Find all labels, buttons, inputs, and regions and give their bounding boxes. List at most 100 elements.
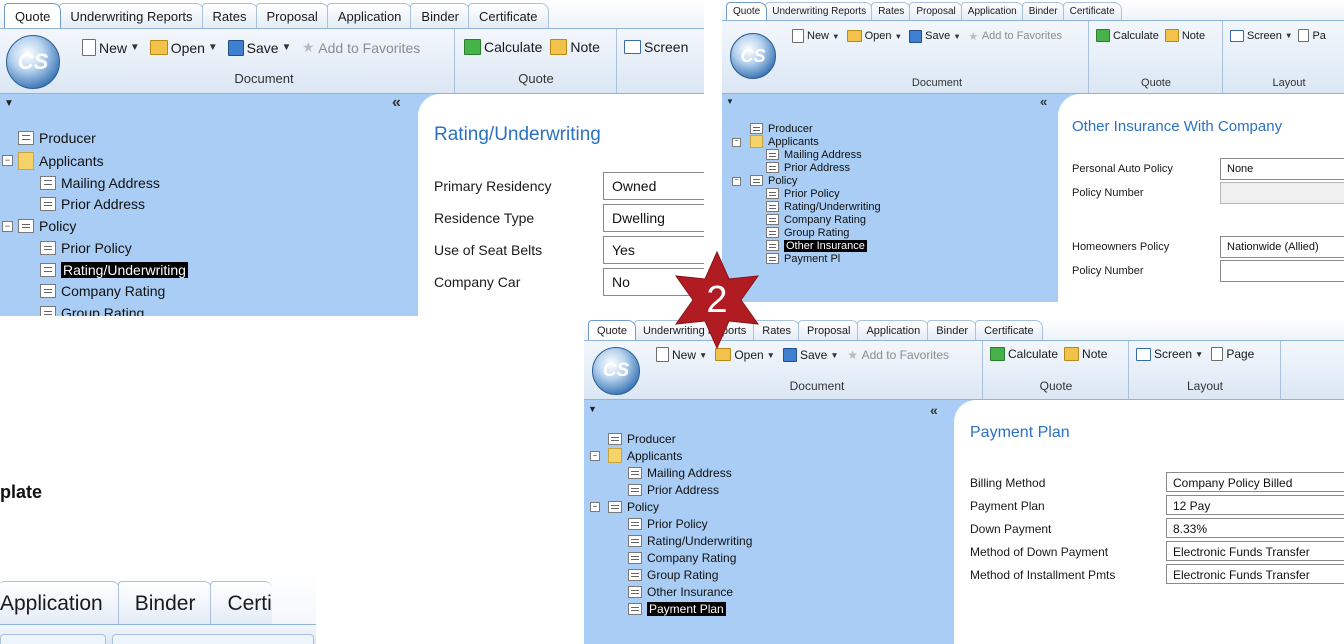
tab-quote[interactable]: Quote xyxy=(726,2,768,20)
open-button[interactable]: Open ▼ xyxy=(149,40,218,56)
field-value[interactable]: Electronic Funds Transfer xyxy=(1166,541,1344,561)
tree-item-payment-plan[interactable]: Payment Pl xyxy=(722,252,1058,265)
new-button[interactable]: New ▼ xyxy=(82,39,140,56)
tree-item-producer[interactable]: Producer xyxy=(722,122,1058,135)
field-value[interactable]: None xyxy=(1220,158,1344,180)
page-button[interactable]: Pa xyxy=(1298,29,1326,42)
tab-rates[interactable]: Rates xyxy=(201,3,258,28)
menu-dropdown-icon[interactable]: ▼ xyxy=(588,404,597,414)
tab-underwriting-reports[interactable]: Underwriting Reports xyxy=(765,2,874,20)
tab-certificate[interactable]: Certificate xyxy=(468,3,549,28)
tab-underwriting-reports[interactable]: Underwriting Reports xyxy=(59,3,204,28)
tree-item-prior-address[interactable]: Prior Address xyxy=(0,193,418,215)
calculate-button[interactable]: Calculate xyxy=(1096,29,1159,42)
tab-rates[interactable]: Rates xyxy=(871,2,912,20)
tree-item-prior-policy[interactable]: Prior Policy xyxy=(0,237,418,259)
new-button[interactable]: New ▼ xyxy=(792,29,840,43)
menu-dropdown-icon[interactable]: ▼ xyxy=(726,97,734,106)
tab-proposal[interactable]: Proposal xyxy=(909,2,963,20)
app-logo-icon[interactable]: CS xyxy=(592,347,640,395)
calculate-button[interactable]: Calculate xyxy=(990,347,1058,361)
tree-item-prior-address[interactable]: Prior Address xyxy=(722,161,1058,174)
save-button[interactable]: Save ▼ xyxy=(909,29,961,43)
collapse-node-icon[interactable]: − xyxy=(2,155,13,166)
collapse-node-icon[interactable]: − xyxy=(590,451,600,461)
note-button[interactable]: Note xyxy=(550,39,600,55)
note-button[interactable]: Note xyxy=(1064,347,1107,361)
tree-item-group-rating[interactable]: Group Rating xyxy=(584,566,954,583)
tree-item-mailing-address[interactable]: Mailing Address xyxy=(584,464,954,481)
tree-item-company-rating[interactable]: Company Rating xyxy=(584,549,954,566)
add-to-favorites-button[interactable]: ★ Add to Favorites xyxy=(301,39,420,56)
tree-item-rating-underwriting[interactable]: Rating/Underwriting xyxy=(722,200,1058,213)
tree-item-policy[interactable]: − Policy xyxy=(0,215,418,237)
tree-item-group-rating[interactable]: Group Rating xyxy=(0,302,418,316)
app-logo-icon[interactable]: CS xyxy=(6,35,60,89)
tree-item-prior-policy[interactable]: Prior Policy xyxy=(722,187,1058,200)
tab-quote[interactable]: Quote xyxy=(588,320,636,340)
tree-item-policy[interactable]: − Policy xyxy=(722,174,1058,187)
page-button[interactable]: Page xyxy=(1211,347,1254,361)
field-value[interactable]: Dwelling xyxy=(603,204,704,232)
tree-item-prior-policy[interactable]: Prior Policy xyxy=(584,515,954,532)
menu-dropdown-icon[interactable]: ▼ xyxy=(4,98,14,109)
collapse-node-icon[interactable]: − xyxy=(732,138,741,147)
tree-item-rating-underwriting[interactable]: Rating/Underwriting xyxy=(584,532,954,549)
field-value[interactable]: 12 Pay xyxy=(1166,495,1344,515)
tab-binder[interactable]: Binder xyxy=(117,581,213,624)
field-value[interactable]: Electronic Funds Transfer xyxy=(1166,564,1344,584)
add-to-favorites-button[interactable]: ★ Add to Favorites xyxy=(847,348,949,362)
tab-application[interactable]: Application xyxy=(857,320,930,340)
app-logo-icon[interactable]: CS xyxy=(730,33,776,79)
tab-binder[interactable]: Binder xyxy=(927,320,978,340)
add-to-favorites-button[interactable]: ★ Add to Favorites xyxy=(968,30,1062,43)
tree-item-rating-underwriting[interactable]: Rating/Underwriting xyxy=(0,259,418,280)
tab-application[interactable]: Application xyxy=(0,581,120,624)
screen-button[interactable]: Screen ▼ xyxy=(1136,347,1203,361)
tab-certificate[interactable]: Certi xyxy=(210,581,272,624)
note-button[interactable]: Note xyxy=(1164,29,1205,42)
field-value[interactable]: Nationwide (Allied) xyxy=(1220,236,1344,258)
tree-item-other-insurance[interactable]: Other Insurance xyxy=(584,583,954,600)
tab-quote[interactable]: Quote xyxy=(4,3,62,28)
tab-certificate[interactable]: Certificate xyxy=(1062,2,1122,20)
collapse-panel-button[interactable]: « xyxy=(1040,94,1047,109)
tree-item-company-rating[interactable]: Company Rating xyxy=(722,213,1058,226)
tree-item-applicants[interactable]: − Applicants xyxy=(722,135,1058,148)
tab-application[interactable]: Application xyxy=(326,3,413,28)
tree-item-mailing-address[interactable]: Mailing Address xyxy=(0,172,418,193)
tree-item-producer[interactable]: Producer xyxy=(0,126,418,149)
tab-certificate[interactable]: Certificate xyxy=(975,320,1043,340)
screen-button[interactable]: Screen xyxy=(624,39,688,55)
screen-button[interactable]: Screen ▼ xyxy=(1230,29,1292,42)
field-value[interactable]: 8.33% xyxy=(1166,518,1344,538)
tab-proposal[interactable]: Proposal xyxy=(798,320,860,340)
tree-item-policy[interactable]: − Policy xyxy=(584,498,954,515)
open-button[interactable]: Open ▼ xyxy=(846,30,902,42)
tab-application[interactable]: Application xyxy=(960,2,1024,20)
tree-item-prior-address[interactable]: Prior Address xyxy=(584,481,954,498)
tree-item-applicants[interactable]: − Applicants xyxy=(584,447,954,464)
save-button[interactable]: Save ▼ xyxy=(782,347,839,362)
save-button[interactable]: Save ▼ xyxy=(227,39,291,56)
field-value[interactable] xyxy=(1220,260,1344,282)
field-value[interactable] xyxy=(1220,182,1344,204)
field-value[interactable]: Owned xyxy=(603,172,704,200)
tree-item-other-insurance[interactable]: Other Insurance xyxy=(722,239,1058,252)
tree-item-producer[interactable]: Producer xyxy=(584,430,954,447)
collapse-panel-button[interactable]: « xyxy=(392,94,401,112)
collapse-panel-button[interactable]: « xyxy=(930,402,938,418)
tab-proposal[interactable]: Proposal xyxy=(255,3,329,28)
tab-binder[interactable]: Binder xyxy=(410,3,470,28)
tree-item-group-rating[interactable]: Group Rating xyxy=(722,226,1058,239)
collapse-node-icon[interactable]: − xyxy=(2,221,13,232)
tab-binder[interactable]: Binder xyxy=(1021,2,1065,20)
tree-item-applicants[interactable]: − Applicants xyxy=(0,149,418,172)
collapse-node-icon[interactable]: − xyxy=(590,502,600,512)
tree-item-payment-plan[interactable]: Payment Plan xyxy=(584,600,954,617)
collapse-node-icon[interactable]: − xyxy=(732,177,741,186)
field-value[interactable]: Company Policy Billed xyxy=(1166,472,1344,492)
calculate-button[interactable]: Calculate xyxy=(464,39,542,55)
tree-item-mailing-address[interactable]: Mailing Address xyxy=(722,148,1058,161)
tree-item-company-rating[interactable]: Company Rating xyxy=(0,280,418,302)
